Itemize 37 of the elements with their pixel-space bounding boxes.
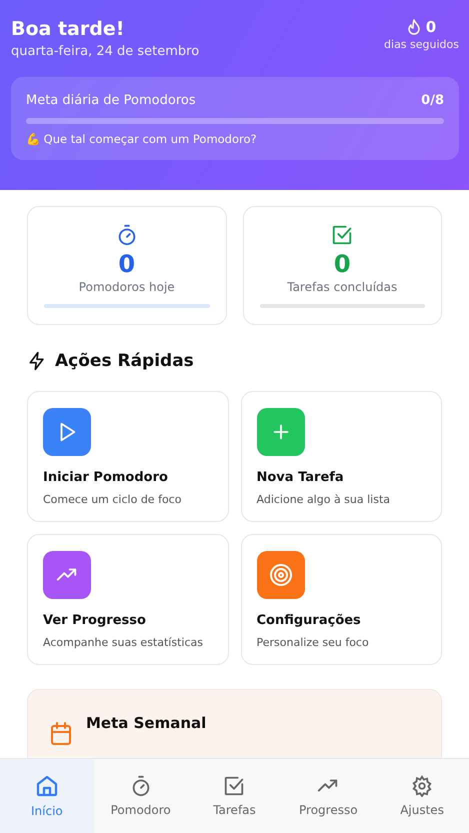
calendar-icon <box>50 722 72 746</box>
action-title: Iniciar Pomodoro <box>43 470 169 485</box>
flame-icon <box>406 19 421 35</box>
action-subtitle: Comece um ciclo de foco <box>43 493 182 506</box>
checkbox-icon <box>223 775 246 797</box>
action-title: Ver Progresso <box>43 613 147 628</box>
nav-tab[interactable]: Ajustes <box>375 759 469 833</box>
action-title: Nova Tarefa <box>256 470 345 485</box>
nav-tab[interactable]: Progresso <box>281 759 376 833</box>
quick-action-card[interactable]: Ver Progresso Acompanhe suas estatísticas <box>27 534 228 665</box>
greeting: Boa tarde! <box>11 18 126 40</box>
action-subtitle: Adicione algo à sua lista <box>256 493 392 506</box>
target-icon <box>268 563 292 587</box>
stat-label: Pomodoros hoje <box>78 280 175 294</box>
stat-value: 0 <box>334 250 351 278</box>
weekly-goal-title: Meta Semanal <box>86 714 206 732</box>
stat-label: Tarefas concluídas <box>287 280 398 294</box>
home-icon <box>34 774 59 798</box>
nav-tab[interactable]: Pomodoro <box>94 759 188 833</box>
goal-message: 💪 Que tal começar com um Pomodoro? <box>26 132 258 146</box>
nav-tab[interactable]: Início <box>0 759 94 833</box>
action-subtitle: Personalize seu foco <box>256 636 370 649</box>
settings-icon <box>411 775 434 797</box>
streak-count: 0 <box>426 18 436 36</box>
quick-action-card[interactable]: Nova Tarefa Adicione algo à sua lista <box>240 391 442 522</box>
section-title: Ações Rápidas <box>55 351 194 371</box>
quick-action-card[interactable]: Iniciar Pomodoro Comece um ciclo de foco <box>27 391 228 522</box>
action-subtitle: Acompanhe suas estatísticas <box>43 636 204 649</box>
nav-tab[interactable]: Tarefas <box>188 759 282 833</box>
streak-label: dias seguidos <box>384 38 459 51</box>
goal-title: Meta diária de Pomodoros <box>26 93 196 108</box>
date-text: quarta-feira, 24 de setembro <box>11 44 200 59</box>
checkbox-icon <box>331 224 354 246</box>
quick-action-card[interactable]: Configurações Personalize seu foco <box>240 534 442 665</box>
goal-count: 0/8 <box>421 93 444 108</box>
action-title: Configurações <box>256 613 362 628</box>
stat-value: 0 <box>118 250 136 278</box>
